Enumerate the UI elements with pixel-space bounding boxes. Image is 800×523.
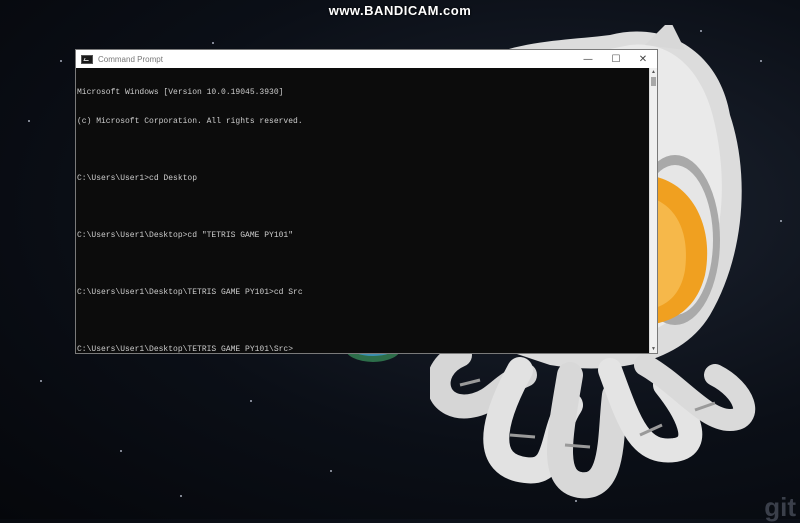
console-line bbox=[77, 145, 649, 155]
wallpaper-corner-text: git bbox=[764, 492, 796, 523]
bandicam-watermark: www.BANDICAM.com bbox=[0, 3, 800, 18]
scroll-up-arrow-icon[interactable]: ▲ bbox=[650, 68, 657, 76]
console-line: (c) Microsoft Corporation. All rights re… bbox=[77, 117, 649, 127]
maximize-button[interactable]: ☐ bbox=[602, 50, 630, 68]
vertical-scrollbar[interactable]: ▲ ▼ bbox=[649, 68, 657, 353]
cmd-icon bbox=[81, 55, 93, 64]
console-line bbox=[77, 202, 649, 212]
console-prompt-line[interactable]: C:\Users\User1\Desktop\TETRIS GAME PY101… bbox=[77, 345, 649, 355]
window-title: Command Prompt bbox=[98, 55, 163, 64]
minimize-button[interactable]: — bbox=[574, 50, 602, 68]
console-line: C:\Users\User1>cd Desktop bbox=[77, 174, 649, 184]
scroll-down-arrow-icon[interactable]: ▼ bbox=[650, 345, 657, 353]
scroll-thumb[interactable] bbox=[651, 77, 656, 86]
console-line bbox=[77, 259, 649, 269]
console-line: Microsoft Windows [Version 10.0.19045.39… bbox=[77, 88, 649, 98]
console-line: C:\Users\User1\Desktop>cd "TETRIS GAME P… bbox=[77, 231, 649, 241]
console-line bbox=[77, 316, 649, 326]
console-output[interactable]: Microsoft Windows [Version 10.0.19045.39… bbox=[76, 68, 649, 353]
command-prompt-window[interactable]: Command Prompt — ☐ ✕ Microsoft Windows [… bbox=[75, 49, 658, 354]
console-line: C:\Users\User1\Desktop\TETRIS GAME PY101… bbox=[77, 288, 649, 298]
window-titlebar[interactable]: Command Prompt — ☐ ✕ bbox=[76, 50, 657, 68]
close-button[interactable]: ✕ bbox=[629, 50, 657, 68]
